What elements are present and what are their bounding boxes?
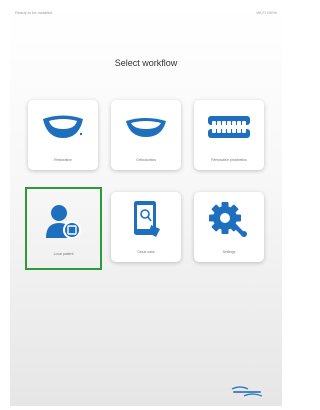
workflow-tile-local-patient[interactable]: Local patient bbox=[25, 187, 102, 270]
status-text-right: Wi-Fi 100% bbox=[256, 9, 277, 15]
page-title: Select workflow bbox=[114, 58, 178, 68]
smile-arch-icon bbox=[111, 106, 181, 148]
brand-logo bbox=[230, 384, 264, 398]
tile-label: Restorative bbox=[54, 158, 72, 162]
tile-label: Settings bbox=[222, 250, 236, 254]
app-screen: Ready to be installed Wi-Fi 100% Select … bbox=[10, 6, 282, 406]
tile-label: Removable prosthetics bbox=[211, 158, 247, 162]
workflow-tile-settings[interactable]: Settings bbox=[194, 192, 264, 262]
workflow-tile-removable-prosthetics[interactable]: Removable prosthetics bbox=[194, 100, 264, 170]
settings-gear-icon bbox=[194, 198, 264, 240]
workflow-tile-cloud-case[interactable]: Cloud case bbox=[111, 192, 181, 262]
workflow-tile-orthodontics[interactable]: Orthodontics bbox=[111, 100, 181, 170]
dentures-icon bbox=[194, 106, 264, 148]
patient-add-icon bbox=[27, 201, 100, 243]
tile-label: Orthodontics bbox=[136, 158, 156, 162]
status-bar: Ready to be installed Wi-Fi 100% bbox=[10, 6, 282, 18]
status-text-left: Ready to be installed bbox=[15, 9, 53, 15]
tile-label: Cloud case bbox=[137, 250, 155, 254]
tablet-scan-icon bbox=[111, 198, 181, 240]
workflow-tile-restorative[interactable]: Restorative bbox=[28, 100, 98, 170]
tile-label: Local patient bbox=[53, 252, 74, 256]
smile-teeth-icon bbox=[28, 106, 98, 148]
